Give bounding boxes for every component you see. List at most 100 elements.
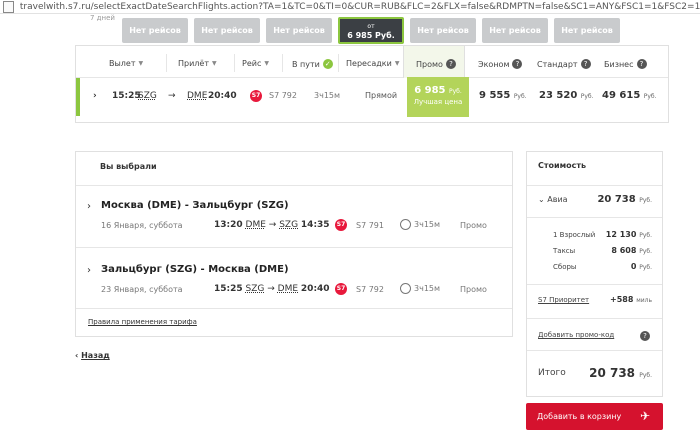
arr-time: 20:40 — [208, 91, 237, 101]
chosen-flights-panel: Вы выбрали › Москва (DME) - Зальцбург (S… — [75, 151, 513, 337]
plane-icon: ✈ — [639, 409, 650, 423]
flights-table: Вылет ▼ Прилёт ▼ Рейс ▼ В пути ✓ Пересадки ▼ … — [75, 45, 669, 123]
flight-duration: 3ч15м — [314, 91, 341, 100]
segment-date: 16 Января, суббота — [101, 221, 183, 230]
chevron-right-icon[interactable]: › — [87, 201, 91, 212]
clock-icon — [400, 219, 411, 230]
dep-time: 15:25 — [112, 91, 141, 101]
flight-row[interactable]: › 15:25 SZG → DME 20:40 S7 S7 792 3ч15м … — [76, 77, 670, 117]
add-to-cart-label: Добавить в корзину — [537, 412, 622, 421]
divider — [527, 350, 662, 351]
fees-label: Сборы — [553, 263, 577, 271]
chevron-left-icon: ‹ — [75, 351, 79, 360]
segment-flight-number: S7 792 — [356, 285, 384, 294]
add-promo-code-link[interactable]: Добавить промо-код — [538, 331, 614, 339]
chevron-right-icon[interactable]: › — [93, 91, 97, 101]
sort-icon: ▼ — [264, 60, 269, 67]
page-icon — [3, 0, 14, 13]
back-link[interactable]: ‹ Назад — [75, 351, 110, 360]
col-arrive[interactable]: Прилёт ▼ — [178, 59, 217, 68]
divider — [76, 247, 512, 248]
date-tab-1[interactable]: Нет рейсов — [122, 18, 188, 43]
col-stops[interactable]: Пересадки ▼ — [346, 59, 399, 68]
flight-stops: Прямой — [365, 91, 398, 100]
divider — [338, 54, 339, 72]
col-economy[interactable]: Эконом? — [478, 59, 523, 69]
cost-panel: Стоимость ⌄ Авиа 20 738 Руб. 1 Взрослый … — [526, 151, 663, 397]
s7-logo-icon: S7 — [250, 90, 262, 102]
promo-currency: Руб. — [449, 88, 462, 95]
segment-times: 13:20 DME → SZG 14:35 — [214, 220, 330, 230]
col-depart[interactable]: Вылет ▼ — [109, 59, 143, 68]
date-tab-5[interactable]: Нет рейсов — [410, 18, 476, 43]
col-business[interactable]: Бизнес? — [604, 59, 647, 69]
promo-price-cell[interactable]: 6 985 Руб. Лучшая цена — [407, 77, 469, 117]
date-tab-2[interactable]: Нет рейсов — [194, 18, 260, 43]
col-duration[interactable]: В пути ✓ — [292, 59, 333, 69]
total-value: 20 738 Руб. — [589, 366, 652, 380]
taxes-label: Таксы — [553, 247, 576, 255]
divider — [527, 185, 662, 186]
segment-date: 23 Января, суббота — [101, 285, 183, 294]
date-tabs: Нет рейсов Нет рейсов Нет рейсов от 6 98… — [122, 17, 620, 44]
sort-icon: ▼ — [394, 60, 400, 67]
date-tab-3[interactable]: Нет рейсов — [266, 18, 332, 43]
segment-fare-class: Промо — [460, 285, 487, 294]
s7-logo-icon: S7 — [335, 283, 347, 295]
avia-toggle[interactable]: ⌄ Авиа — [538, 195, 568, 204]
date-tab-6[interactable]: Нет рейсов — [482, 18, 548, 43]
divider — [282, 54, 283, 72]
best-price-label: Лучшая цена — [413, 98, 463, 106]
help-icon[interactable]: ? — [636, 59, 647, 69]
date-tab-from: от — [367, 22, 375, 30]
date-tab-7[interactable]: Нет рейсов — [554, 18, 620, 43]
economy-price-cell[interactable]: 9 555 Руб. — [479, 90, 527, 101]
arrow-icon: → — [168, 91, 176, 101]
adult-value: 12 130 Руб. — [605, 230, 652, 239]
segment-duration: 3ч15м — [400, 219, 440, 230]
s7-priority-link[interactable]: S7 Приоритет — [538, 296, 589, 304]
chevron-right-icon[interactable]: › — [87, 265, 91, 276]
dep-code[interactable]: SZG — [138, 91, 157, 101]
url-text[interactable]: travelwith.s7.ru/selectExactDateSearchFl… — [20, 2, 700, 12]
arr-code[interactable]: DME — [187, 91, 207, 101]
divider — [76, 185, 512, 186]
segment-times: 15:25 SZG → DME 20:40 — [214, 284, 330, 294]
tariff-rules-link[interactable]: Правила применения тарифа — [88, 318, 197, 326]
check-icon: ✓ — [322, 59, 333, 69]
col-standard[interactable]: Стандарт? — [537, 59, 591, 69]
segment-route: Москва (DME) - Зальцбург (SZG) — [101, 200, 289, 211]
help-icon[interactable]: ? — [580, 59, 591, 69]
help-icon[interactable]: ? — [512, 59, 523, 69]
col-promo[interactable]: Промо? — [416, 59, 456, 69]
avia-value: 20 738 Руб. — [597, 194, 652, 205]
days-label-left: 7 дней — [90, 14, 115, 22]
chosen-title: Вы выбрали — [100, 162, 157, 171]
s7-logo-icon: S7 — [335, 219, 347, 231]
clock-icon — [400, 283, 411, 294]
total-label: Итого — [538, 368, 566, 378]
divider — [166, 54, 167, 72]
add-to-cart-button[interactable]: Добавить в корзину ✈ — [526, 403, 663, 430]
flight-number: S7 792 — [269, 91, 297, 100]
fees-value: 0 Руб. — [630, 262, 652, 271]
standard-price-cell[interactable]: 23 520 Руб. — [539, 90, 594, 101]
segment-outbound[interactable]: › Москва (DME) - Зальцбург (SZG) 16 Янва… — [76, 192, 512, 246]
date-tab-price: 6 985 Руб. — [347, 30, 395, 40]
cost-title: Стоимость — [538, 161, 587, 170]
divider — [527, 284, 662, 285]
chevron-down-icon: ⌄ — [538, 195, 545, 204]
col-flight[interactable]: Рейс ▼ — [242, 59, 269, 68]
divider — [234, 54, 235, 72]
help-icon[interactable]: ? — [640, 331, 650, 341]
segment-route: Зальцбург (SZG) - Москва (DME) — [101, 264, 289, 275]
address-bar[interactable]: travelwith.s7.ru/selectExactDateSearchFl… — [0, 0, 700, 14]
divider — [527, 318, 662, 319]
divider — [527, 217, 662, 218]
priority-value: +588 миль — [610, 295, 652, 304]
business-price-cell[interactable]: 49 615 Руб. — [602, 90, 657, 101]
segment-return[interactable]: › Зальцбург (SZG) - Москва (DME) 23 Янва… — [76, 256, 512, 310]
help-icon[interactable]: ? — [445, 59, 456, 69]
flights-table-header: Вылет ▼ Прилёт ▼ Рейс ▼ В пути ✓ Пересадки ▼ … — [76, 46, 668, 78]
date-tab-selected[interactable]: от 6 985 Руб. — [338, 17, 404, 44]
